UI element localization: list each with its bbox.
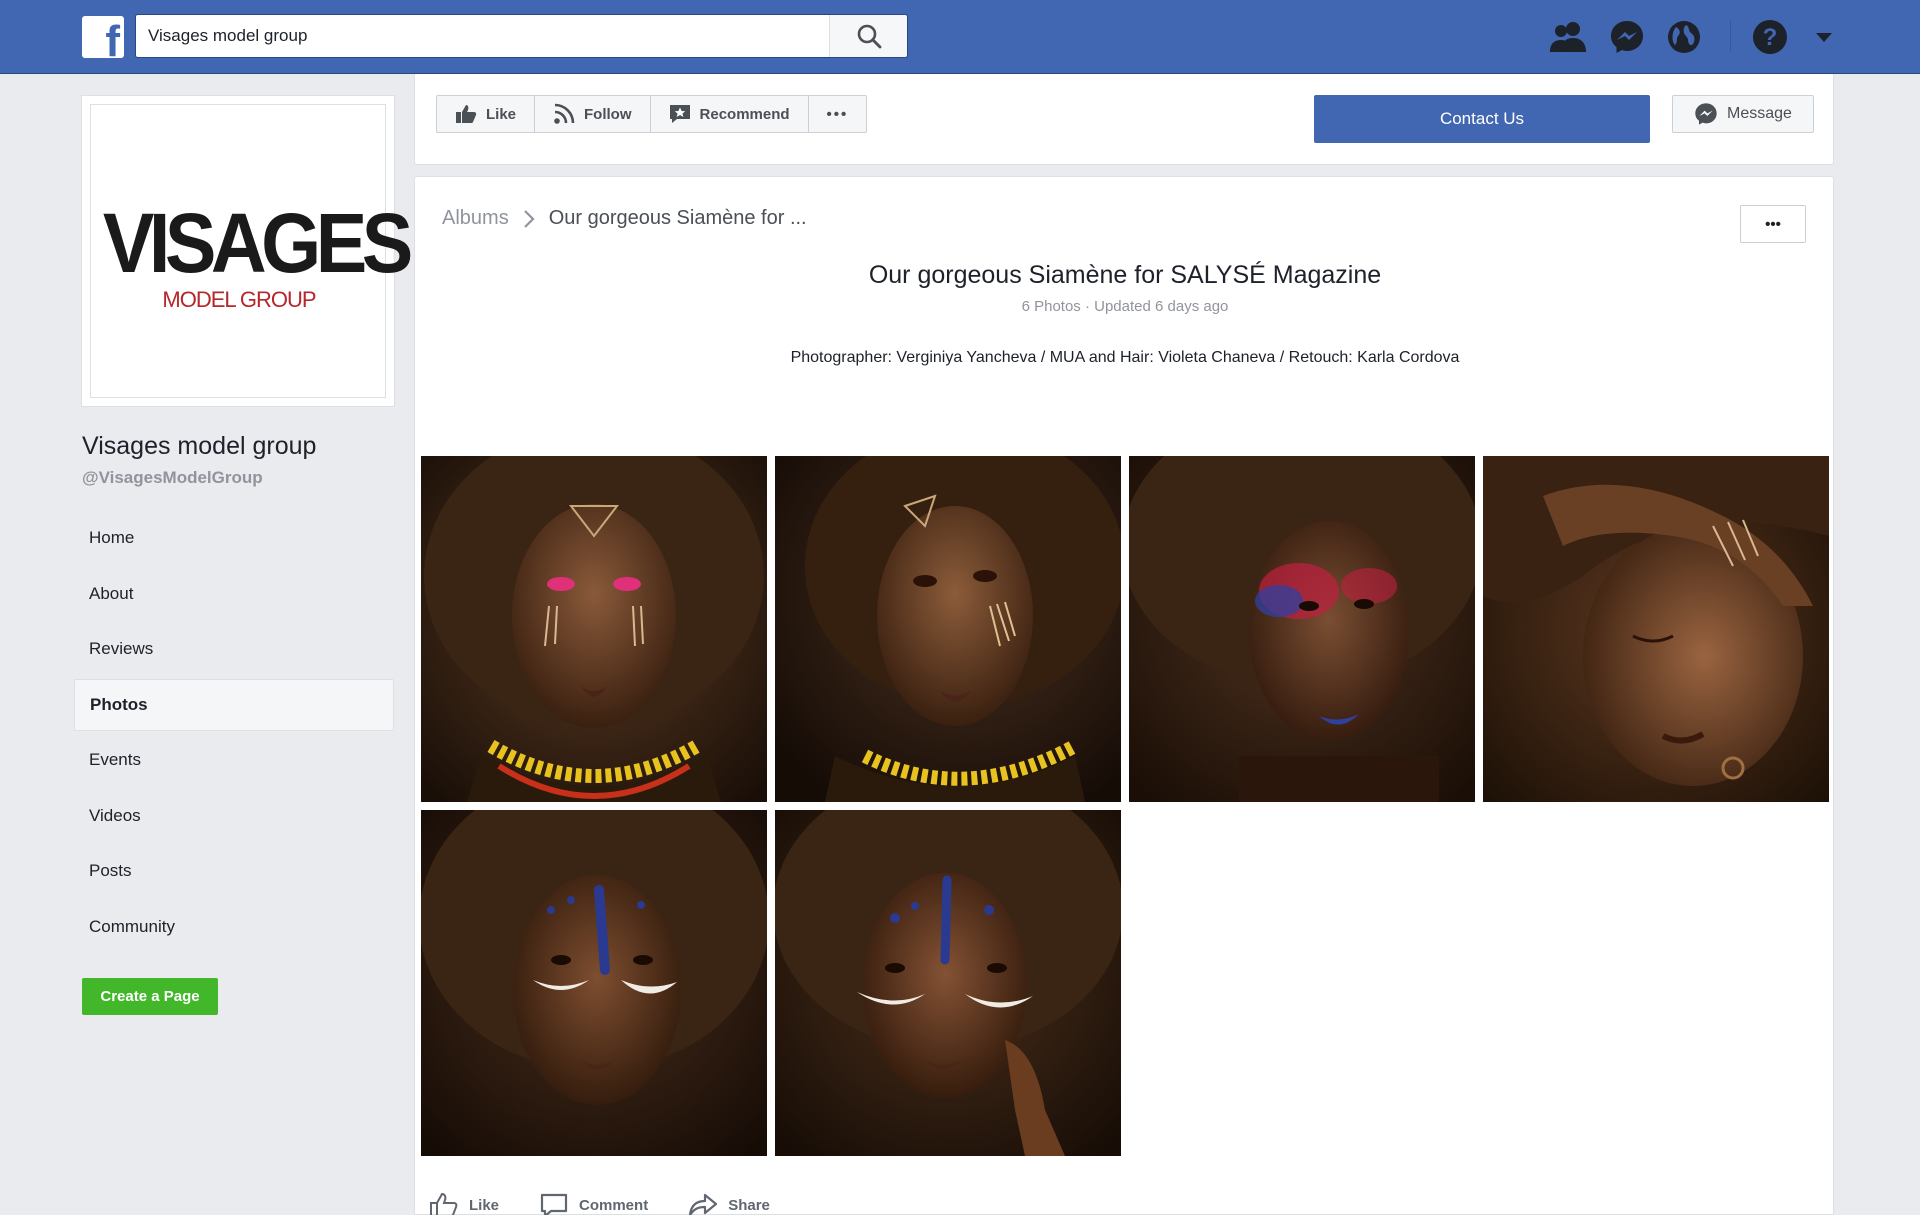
recommend-button[interactable]: Recommend — [651, 96, 809, 132]
album-photo-5[interactable] — [421, 810, 767, 1156]
message-button[interactable]: Message — [1672, 95, 1814, 133]
svg-text:?: ? — [1763, 24, 1778, 51]
album-meta: 6 Photos · Updated 6 days ago — [1021, 298, 1229, 315]
nav-item-home[interactable]: Home — [74, 512, 394, 564]
toolbar-separator — [1730, 20, 1731, 52]
profile-picture-card[interactable]: VISAGES MODEL GROUP — [81, 95, 413, 407]
facebook-logo-icon[interactable]: f — [82, 16, 124, 58]
page-handle[interactable]: @VisagesModelGroup — [82, 468, 263, 488]
more-actions-button[interactable]: ••• — [809, 96, 867, 132]
comment-icon — [540, 1193, 568, 1215]
share-button[interactable]: Share — [688, 1192, 770, 1215]
follow-button[interactable]: Follow — [535, 96, 651, 132]
page-navigation: Home About Reviews Photos Events Videos … — [74, 512, 394, 956]
album-panel: Albums Our gorgeous Siamène for ... ••• … — [414, 176, 1834, 1215]
album-photo-1[interactable] — [421, 456, 767, 802]
contact-us-button[interactable]: Contact Us — [1314, 95, 1650, 143]
thumbs-up-icon — [456, 105, 477, 123]
album-photo-2[interactable] — [775, 456, 1121, 802]
page-name[interactable]: Visages model group — [82, 432, 316, 461]
breadcrumb-albums-link[interactable]: Albums — [442, 207, 509, 230]
help-icon[interactable]: ? — [1749, 16, 1791, 58]
share-icon — [689, 1193, 718, 1215]
create-page-button[interactable]: Create a Page — [82, 978, 218, 1015]
album-title: Our gorgeous Siamène for SALYSÉ Magazine — [868, 261, 1382, 289]
search-button[interactable] — [829, 15, 907, 57]
album-options-button[interactable]: ••• — [1740, 205, 1806, 243]
nav-item-community[interactable]: Community — [74, 901, 394, 953]
logo-subtitle: MODEL GROUP — [162, 287, 316, 312]
top-navigation-bar: f ? — [0, 0, 1920, 74]
breadcrumb-current: Our gorgeous Siamène for ... — [548, 207, 807, 229]
search-icon — [857, 24, 881, 49]
album-description: Photographer: Verginiya Yancheva / MUA a… — [790, 349, 1460, 366]
page-action-bar: Like Follow Recommend ••• Contact Us Mes… — [414, 74, 1834, 165]
comment-button[interactable]: Comment — [539, 1192, 648, 1215]
nav-item-events[interactable]: Events — [74, 734, 394, 786]
globe-icon[interactable] — [1663, 16, 1705, 58]
action-button-group: Like Follow Recommend ••• — [436, 95, 868, 133]
more-icon: ••• — [1765, 215, 1781, 233]
like-button[interactable]: Like — [429, 1192, 499, 1215]
search-input[interactable] — [148, 15, 828, 57]
messenger-icon — [1695, 103, 1717, 125]
like-page-button[interactable]: Like — [437, 96, 536, 132]
album-photo-4[interactable] — [1483, 456, 1829, 802]
chevron-right-icon — [523, 209, 535, 228]
album-photo-3[interactable] — [1129, 456, 1475, 802]
recommend-star-icon — [669, 105, 690, 123]
friends-icon[interactable] — [1547, 16, 1589, 58]
breadcrumb: Albums Our gorgeous Siamène for ... — [442, 207, 807, 230]
nav-item-posts[interactable]: Posts — [74, 845, 394, 897]
search-box — [135, 14, 908, 58]
profile-picture[interactable]: VISAGES MODEL GROUP — [90, 104, 413, 398]
logo-wordmark: VISAGES — [102, 196, 413, 290]
nav-item-videos[interactable]: Videos — [74, 790, 394, 842]
nav-item-about[interactable]: About — [74, 568, 394, 620]
rss-icon — [554, 103, 575, 124]
feedback-bar: Like Comment Share — [429, 1192, 770, 1215]
like-outline-icon — [430, 1192, 458, 1215]
more-icon: ••• — [826, 105, 849, 123]
album-photo-6[interactable] — [775, 810, 1121, 1156]
nav-item-reviews[interactable]: Reviews — [74, 623, 394, 675]
nav-item-photos[interactable]: Photos — [74, 678, 394, 731]
caret-down-icon[interactable] — [1803, 16, 1845, 58]
messenger-icon[interactable] — [1606, 16, 1648, 58]
